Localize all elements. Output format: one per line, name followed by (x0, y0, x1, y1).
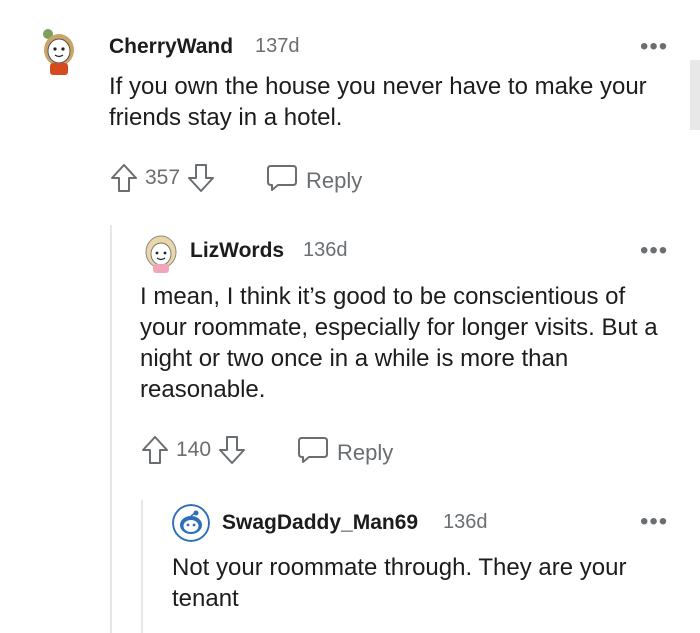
vote-controls: 357 (109, 162, 216, 194)
downvote-icon[interactable] (186, 162, 216, 194)
timestamp: 136d (443, 511, 488, 533)
upvote-icon[interactable] (109, 162, 139, 194)
comment-body: Not your roommate through. They are your… (172, 554, 627, 612)
upvote-icon[interactable] (140, 434, 170, 466)
vote-controls: 140 (140, 434, 247, 466)
avatar[interactable] (142, 234, 180, 274)
more-options-icon[interactable]: ••• (640, 35, 668, 59)
comment-icon (297, 435, 329, 471)
comment-icon (266, 163, 298, 199)
comment-body: If you own the house you never have to m… (109, 73, 647, 131)
username[interactable]: SwagDaddy_Man69 (222, 511, 418, 535)
vote-count: 357 (145, 166, 181, 189)
timestamp: 137d (255, 35, 300, 57)
timestamp: 136d (303, 239, 348, 261)
reply-button[interactable]: Reply (297, 435, 393, 471)
more-options-icon[interactable]: ••• (640, 510, 668, 534)
username[interactable]: CherryWand (109, 35, 233, 59)
reply-button[interactable]: Reply (266, 163, 362, 199)
reply-label: Reply (337, 440, 394, 465)
avatar[interactable] (36, 26, 82, 76)
username[interactable]: LizWords (190, 239, 284, 263)
downvote-icon[interactable] (217, 434, 247, 466)
thread-line[interactable] (110, 225, 112, 633)
thread-line[interactable] (141, 500, 143, 633)
comment-body: I mean, I think it’s good to be conscien… (140, 283, 658, 403)
reply-label: Reply (306, 168, 363, 193)
scrollbar[interactable] (690, 60, 700, 130)
more-options-icon[interactable]: ••• (640, 239, 668, 263)
avatar[interactable] (172, 504, 210, 542)
vote-count: 140 (176, 438, 212, 461)
